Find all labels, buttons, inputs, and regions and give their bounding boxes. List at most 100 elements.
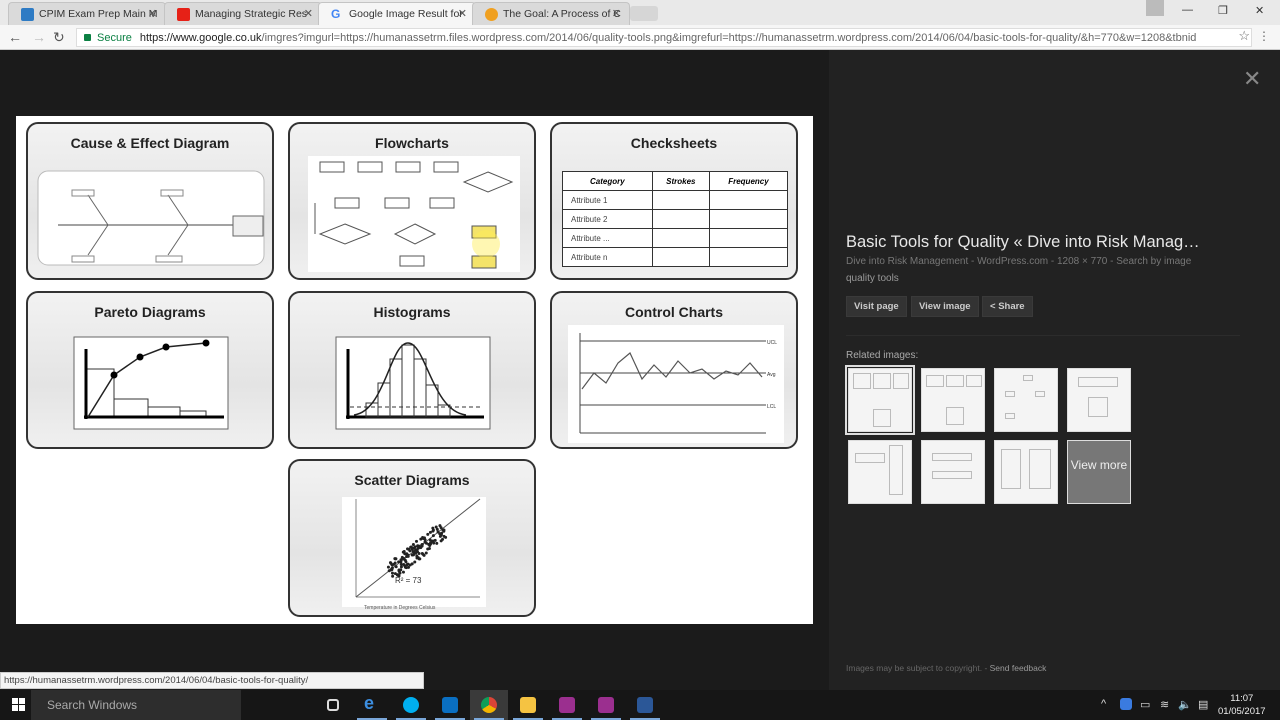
share-label: Share xyxy=(998,301,1025,312)
notifications-icon[interactable]: ▤ xyxy=(1198,698,1208,711)
card-flowcharts: Flowcharts xyxy=(288,122,536,280)
meeting-app-icon[interactable] xyxy=(548,690,586,720)
tab-label: CPIM Exam Prep Main M xyxy=(39,8,158,20)
scatter-point xyxy=(410,553,414,557)
scatter-point xyxy=(391,574,395,578)
send-feedback-link[interactable]: Send feedback xyxy=(990,663,1047,673)
scatter-point xyxy=(393,572,397,576)
card-checksheets: Checksheets Category Strokes Frequency Att… xyxy=(550,122,798,280)
related-thumb[interactable] xyxy=(1067,368,1131,432)
scatter-point xyxy=(393,561,397,565)
secure-label: Secure xyxy=(97,32,132,44)
outlook-icon[interactable] xyxy=(431,690,469,720)
tab-amazon[interactable]: The Goal: A Process of C ✕ xyxy=(472,2,630,25)
close-tab-icon[interactable]: ✕ xyxy=(148,7,157,20)
scatter-point xyxy=(434,525,438,529)
reload-icon[interactable]: ↻ xyxy=(53,29,65,46)
view-more-button[interactable]: View more xyxy=(1067,440,1131,504)
tab-google-image[interactable]: G Google Image Result for ✕ xyxy=(318,2,476,25)
scatter-point xyxy=(432,541,436,545)
share-button[interactable]: < Share xyxy=(982,296,1033,317)
related-thumb[interactable] xyxy=(921,368,985,432)
scatter-point xyxy=(408,549,412,553)
tab-strip: CPIM Exam Prep Main M ✕ Managing Strategi… xyxy=(0,0,1280,25)
view-image-button[interactable]: View image xyxy=(911,296,979,317)
scatter-point xyxy=(438,534,442,538)
skype-icon[interactable] xyxy=(392,690,430,720)
clock[interactable]: 11:07 01/05/2017 xyxy=(1218,692,1266,718)
query-link[interactable]: quality tools xyxy=(846,273,899,284)
scatter-point xyxy=(402,562,406,566)
scatter-point xyxy=(415,539,419,543)
new-tab-button[interactable] xyxy=(630,6,658,21)
column-header: Category xyxy=(562,171,653,191)
scatter-point xyxy=(422,536,426,540)
task-view-icon[interactable] xyxy=(314,690,352,720)
scatter-point xyxy=(429,541,433,545)
scatter-point xyxy=(411,542,415,546)
card-pareto: Pareto Diagrams xyxy=(26,291,274,449)
table-row: Attribute ... xyxy=(562,228,789,248)
scatter-point xyxy=(433,538,437,542)
forward-icon[interactable]: → xyxy=(32,29,46,45)
scatter-point xyxy=(431,526,435,530)
youtube-icon xyxy=(177,8,190,21)
meeting-app-2-icon[interactable] xyxy=(587,690,625,720)
scatter-point xyxy=(401,570,405,574)
source-link[interactable]: Dive into Risk Management - WordPress.co… xyxy=(846,256,1048,267)
menu-icon[interactable]: ⋮ xyxy=(1258,29,1270,43)
column-header: Strokes xyxy=(651,171,710,191)
minimize-button[interactable]: — xyxy=(1182,4,1193,16)
file-explorer-icon[interactable] xyxy=(509,690,547,720)
card-title: Control Charts xyxy=(625,304,723,320)
close-icon[interactable]: ✕ xyxy=(1243,66,1261,92)
lcl-label: LCL xyxy=(767,404,776,410)
share-icon: < xyxy=(990,301,999,312)
tray-chevron-icon[interactable]: ^ xyxy=(1101,698,1106,710)
scatter-point xyxy=(405,554,409,558)
image-title[interactable]: Basic Tools for Quality « Dive into Risk… xyxy=(846,233,1200,252)
related-thumb[interactable] xyxy=(921,440,985,504)
close-window-button[interactable]: ✕ xyxy=(1255,4,1264,17)
windows-start-icon[interactable] xyxy=(12,698,26,712)
related-thumb[interactable] xyxy=(848,440,912,504)
bookmark-star-icon[interactable]: ☆ xyxy=(1238,28,1250,44)
close-tab-icon[interactable]: ✕ xyxy=(304,7,313,20)
chrome-icon[interactable] xyxy=(470,690,508,720)
wifi-icon[interactable]: ≋ xyxy=(1160,698,1169,711)
battery-icon[interactable]: ▭ xyxy=(1140,698,1150,711)
maximize-button[interactable]: ❐ xyxy=(1218,4,1228,17)
visit-page-button[interactable]: Visit page xyxy=(846,296,907,317)
back-icon[interactable]: ← xyxy=(8,29,22,45)
edge-icon[interactable]: e xyxy=(353,690,391,720)
related-images-label: Related images: xyxy=(846,350,919,361)
tab-cpim[interactable]: CPIM Exam Prep Main M ✕ xyxy=(8,2,166,25)
amazon-icon xyxy=(485,8,498,21)
scatter-point xyxy=(442,529,446,533)
row-label: Attribute n xyxy=(562,247,653,267)
search-windows-box[interactable]: Search Windows xyxy=(31,690,241,720)
card-title: Checksheets xyxy=(630,135,718,151)
preview-image[interactable]: Cause & Effect Diagram Flowcharts Checks… xyxy=(16,116,813,624)
scatter-point xyxy=(426,547,430,551)
profile-icon[interactable] xyxy=(1146,0,1164,16)
security-icon[interactable] xyxy=(1120,698,1132,710)
card-title: Cause & Effect Diagram xyxy=(70,135,230,151)
related-thumb[interactable] xyxy=(994,368,1058,432)
scatter-point xyxy=(417,551,421,555)
volume-icon[interactable]: 🔈 xyxy=(1178,698,1192,711)
search-by-image-link[interactable]: Search by image xyxy=(1116,256,1191,267)
card-histograms: Histograms xyxy=(288,291,536,449)
scatter-point xyxy=(404,560,408,564)
x-axis-label: Temperature in Degrees Celsius xyxy=(364,605,436,611)
tab-youtube[interactable]: Managing Strategic Res ✕ xyxy=(164,2,322,25)
close-tab-icon[interactable]: ✕ xyxy=(458,7,467,20)
scatter-point xyxy=(408,563,412,567)
scatter-point xyxy=(442,534,446,538)
related-thumb[interactable] xyxy=(994,440,1058,504)
word-icon[interactable] xyxy=(626,690,664,720)
close-tab-icon[interactable]: ✕ xyxy=(612,7,621,20)
address-bar[interactable]: Secure https://www.google.co.uk/imgres?im… xyxy=(76,28,1252,47)
card-cause-effect: Cause & Effect Diagram xyxy=(26,122,274,280)
related-thumb[interactable] xyxy=(845,365,915,435)
